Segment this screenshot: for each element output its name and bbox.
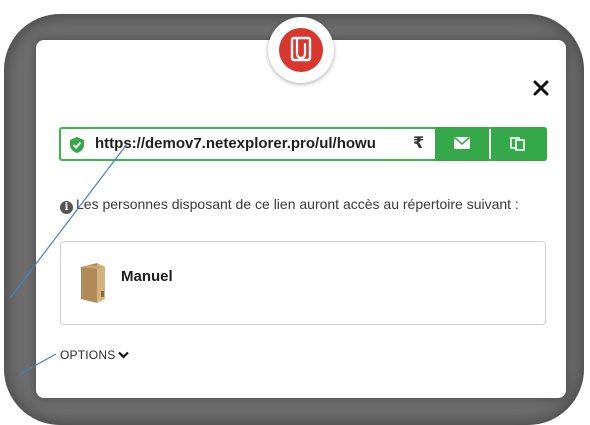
close-button[interactable] <box>531 78 551 98</box>
refresh-link-icon[interactable]: ₹ <box>413 134 424 154</box>
copy-link-button[interactable] <box>491 127 547 161</box>
share-link-dialog <box>36 40 566 398</box>
copy-icon <box>510 137 525 151</box>
close-icon <box>533 80 549 96</box>
options-label: OPTIONS <box>60 348 116 362</box>
chevron-down-icon <box>118 351 130 359</box>
info-icon: i <box>60 201 73 214</box>
send-by-email-button[interactable] <box>435 127 489 161</box>
shared-folder-card: Manuel <box>60 241 546 325</box>
options-toggle[interactable]: OPTIONS <box>60 348 130 362</box>
shield-check-icon <box>70 137 84 153</box>
folder-name: Manuel <box>121 268 173 285</box>
share-link-url[interactable]: https://demov7.netexplorer.pro/ul/howu <box>95 129 395 159</box>
folder-icon <box>81 263 105 303</box>
envelope-icon <box>454 137 470 149</box>
share-link-icon <box>290 36 312 62</box>
share-link-field: https://demov7.netexplorer.pro/ul/howu ₹ <box>59 127 547 161</box>
share-link-badge <box>268 17 334 83</box>
info-message-text: Les personnes disposant de ce lien auron… <box>76 196 519 212</box>
info-message: i Les personnes disposant de ce lien auro… <box>60 196 540 214</box>
